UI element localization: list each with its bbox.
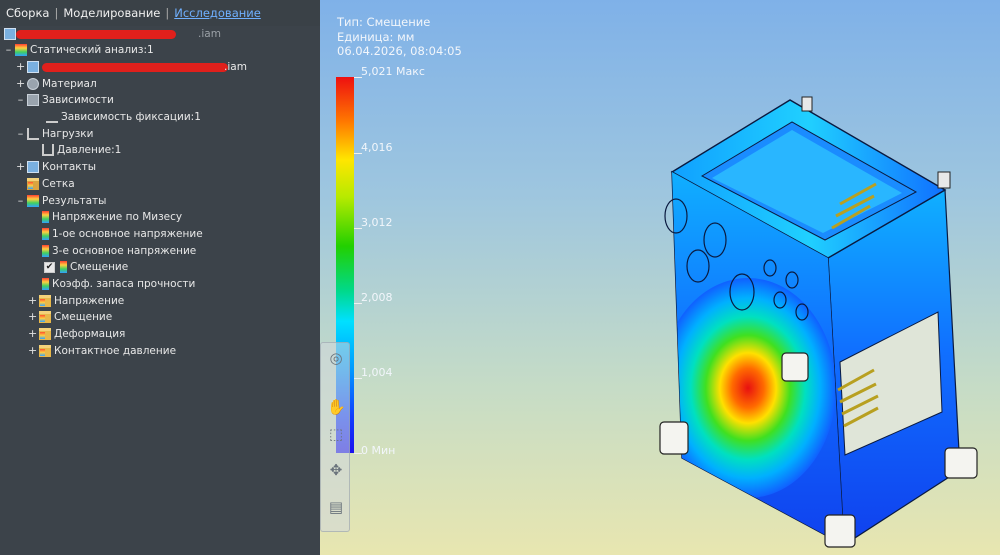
result-icon: [42, 277, 49, 290]
browser-tree: .iam – Статический анализ:1 + .iam + Мат…: [0, 26, 320, 359]
result-icon: [42, 227, 49, 240]
tree-item-results[interactable]: – Результаты: [0, 192, 320, 209]
checkbox-checked[interactable]: ✔: [44, 261, 55, 273]
tree-item-model[interactable]: + .iam: [0, 59, 320, 76]
tree-label: Зависимости: [42, 94, 114, 107]
tree-label: Результаты: [42, 194, 107, 207]
tab-separator: |: [54, 6, 59, 20]
constraints-icon: [27, 94, 39, 107]
tree-item-third-principal[interactable]: 3-е основное напряжение: [0, 242, 320, 259]
browser-panel: Сборка | Моделирование | Исследование .i…: [0, 0, 320, 555]
collapse-toggle[interactable]: –: [16, 195, 25, 206]
tree-folder-stress[interactable]: + Напряжение: [0, 292, 320, 309]
mesh-icon: [27, 177, 39, 190]
tree-item-loads[interactable]: – Нагрузки: [0, 125, 320, 142]
pressure-icon: [42, 144, 54, 157]
fea-model-render: [659, 96, 978, 548]
tree-item-constraints[interactable]: – Зависимости: [0, 92, 320, 109]
tree-label: Контактное давление: [54, 344, 177, 357]
graphics-viewport[interactable]: Тип: Смещение Единица: мм 06.04.2026, 08…: [320, 0, 1000, 555]
assembly-icon: [4, 28, 16, 40]
model-suffix: .iam: [224, 61, 247, 74]
tab-assembly[interactable]: Сборка: [6, 6, 49, 20]
tree-label: Напряжение по Мизесу: [52, 211, 183, 224]
tree-label: Сетка: [42, 177, 75, 190]
expand-toggle[interactable]: +: [28, 345, 37, 356]
tree-item-fixed-constraint[interactable]: Зависимость фиксации:1: [0, 109, 320, 126]
tree-label: Статический анализ:1: [30, 44, 154, 57]
tree-label: Зависимость фиксации:1: [61, 111, 201, 124]
folder-icon: [39, 328, 51, 341]
tree-label: Коэфф. запаса прочности: [52, 277, 196, 290]
tree-folder-contact-pressure[interactable]: + Контактное давление: [0, 342, 320, 359]
tree-item-displacement[interactable]: ✔ Смещение: [0, 259, 320, 276]
tree-folder-displacement[interactable]: + Смещение: [0, 309, 320, 326]
material-icon: [27, 77, 39, 90]
assembly-icon: [27, 61, 39, 74]
tree-item-material[interactable]: + Материал: [0, 75, 320, 92]
tree-item-analysis[interactable]: – Статический анализ:1: [0, 42, 320, 59]
tree-folder-strain[interactable]: + Деформация: [0, 326, 320, 343]
expand-toggle[interactable]: +: [28, 295, 37, 306]
tree-label: Давление:1: [57, 144, 122, 157]
folder-icon: [39, 344, 51, 357]
tree-item-pressure[interactable]: Давление:1: [0, 142, 320, 159]
expand-toggle[interactable]: +: [28, 328, 37, 339]
expand-toggle[interactable]: +: [16, 61, 25, 72]
tree-label: Напряжение: [54, 294, 125, 307]
folder-icon: [39, 311, 51, 324]
tree-label: Нагрузки: [42, 127, 94, 140]
tree-item-mesh[interactable]: Сетка: [0, 176, 320, 193]
tab-separator: |: [165, 6, 170, 20]
tree-label: 3-е основное напряжение: [52, 244, 197, 257]
tree-label: Деформация: [54, 328, 126, 341]
analysis-icon: [15, 44, 27, 57]
tree-item-contacts[interactable]: + Контакты: [0, 159, 320, 176]
tree-label: 1-ое основное напряжение: [52, 227, 203, 240]
expand-toggle[interactable]: +: [16, 161, 25, 172]
result-icon: [42, 244, 49, 257]
loads-icon: [27, 127, 39, 140]
mode-tabs: Сборка | Моделирование | Исследование: [0, 0, 320, 26]
tree-label: Смещение: [70, 261, 129, 274]
tree-label: Контакты: [42, 161, 97, 174]
result-icon: [42, 211, 49, 224]
redaction-mark: [16, 30, 176, 39]
expand-toggle[interactable]: +: [28, 311, 37, 322]
tab-modeling[interactable]: Моделирование: [63, 6, 160, 20]
collapse-toggle[interactable]: –: [16, 94, 25, 105]
tree-root[interactable]: .iam: [0, 26, 320, 42]
tab-research[interactable]: Исследование: [174, 6, 261, 20]
result-icon: [60, 261, 67, 274]
tree-label: Материал: [42, 77, 97, 90]
collapse-toggle[interactable]: –: [16, 128, 25, 139]
tree-label: Смещение: [54, 311, 113, 324]
tree-item-first-principal[interactable]: 1-ое основное напряжение: [0, 226, 320, 243]
expand-toggle[interactable]: +: [16, 78, 25, 89]
tree-item-safety-factor[interactable]: Коэфф. запаса прочности: [0, 276, 320, 293]
results-icon: [27, 194, 39, 207]
fixed-constraint-icon: [46, 111, 58, 124]
collapse-toggle[interactable]: –: [4, 44, 13, 55]
folder-icon: [39, 294, 51, 307]
tree-item-von-mises[interactable]: Напряжение по Мизесу: [0, 209, 320, 226]
redaction-mark: [42, 62, 228, 72]
contacts-icon: [27, 161, 39, 174]
root-suffix: .iam: [198, 28, 221, 40]
